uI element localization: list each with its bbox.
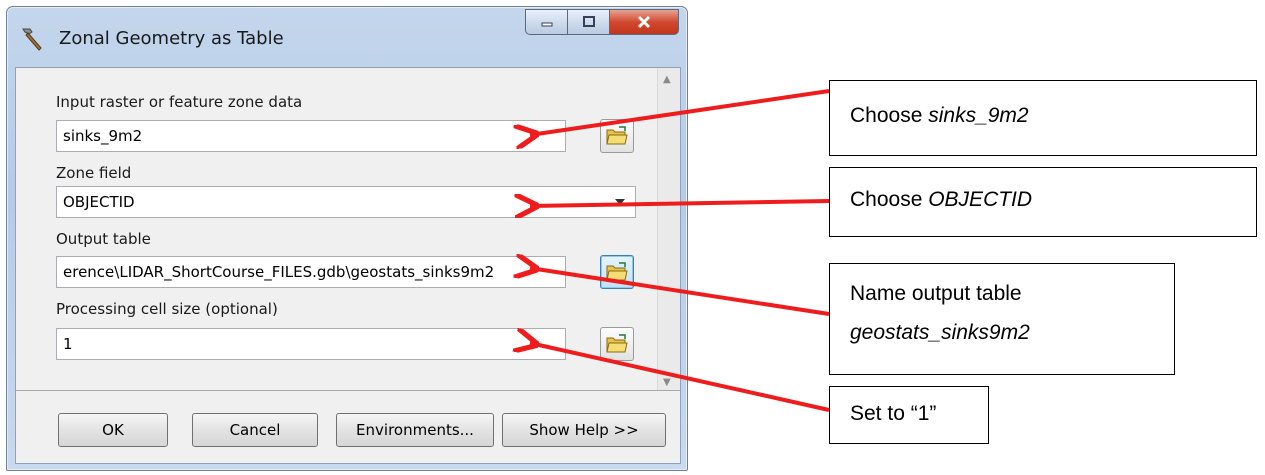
- arrow-cell-size: [530, 343, 830, 412]
- annotation-arrows: [0, 89, 830, 412]
- arrow-zone-field: [530, 201, 830, 206]
- arrow-output-table: [530, 268, 830, 316]
- arrow-input-raster: [530, 89, 830, 135]
